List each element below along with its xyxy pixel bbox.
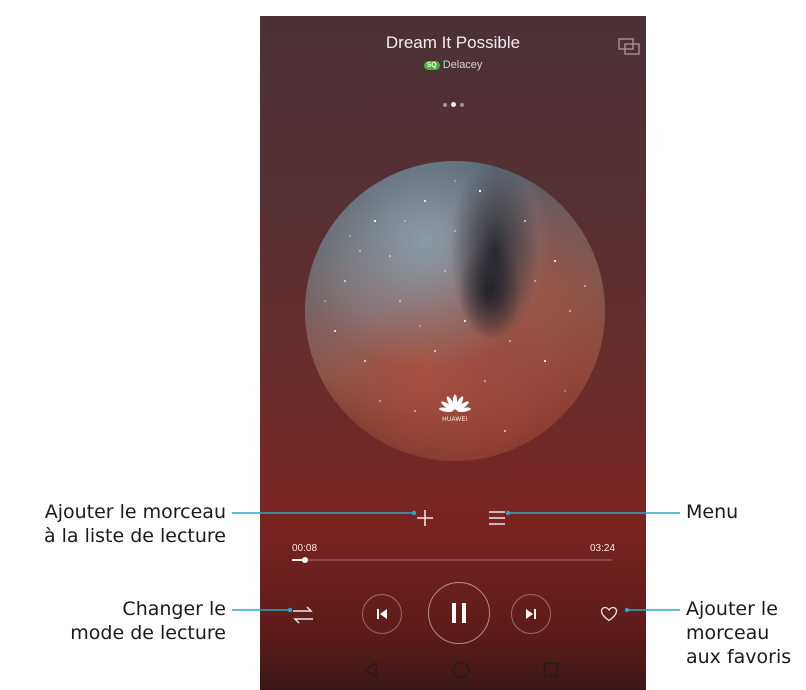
callout-line: aux favoris <box>686 646 792 668</box>
callout-line: à la liste de lecture <box>43 525 226 547</box>
callout-line: morceau <box>686 622 770 644</box>
callout-line: Ajouter le <box>686 598 778 620</box>
callout-line: Changer le <box>122 598 226 620</box>
callout-line: mode de lecture <box>70 622 226 644</box>
callout-add-to-playlist: Ajouter le morceau à la liste de lecture <box>44 500 226 548</box>
callout-favorites: Ajouter le morceau aux favoris <box>686 597 791 669</box>
callout-dot-menu <box>505 510 511 516</box>
callout-dot-fav <box>624 607 630 613</box>
callout-lines <box>232 510 680 613</box>
callout-line: Menu <box>686 501 739 523</box>
callout-dot-add <box>411 510 417 516</box>
callout-play-mode: Changer le mode de lecture <box>70 597 226 645</box>
callout-menu: Menu <box>686 500 738 524</box>
callout-dot-mode <box>287 607 293 613</box>
callout-line: Ajouter le morceau <box>44 501 226 523</box>
